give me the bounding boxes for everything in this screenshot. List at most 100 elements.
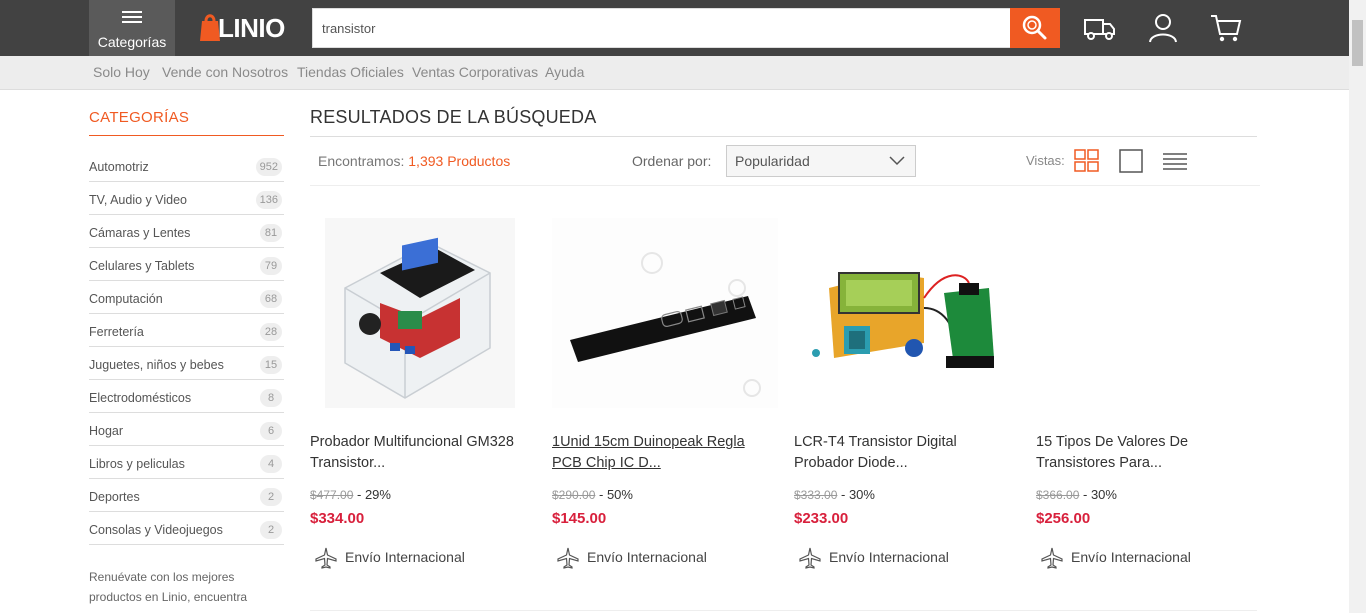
category-label: Hogar	[89, 424, 124, 438]
sort-select-value: Popularidad	[735, 153, 810, 169]
search-icon	[1022, 15, 1047, 40]
nav-tiendas-oficiales[interactable]: Tiendas Oficiales	[297, 64, 404, 80]
product-price: $256.00	[1036, 510, 1091, 527]
category-count-badge: 4	[260, 455, 282, 473]
sidebar-promo-text: Renuévate con los mejores productos en L…	[89, 567, 279, 607]
category-count-badge: 15	[260, 356, 282, 374]
category-count-badge: 81	[260, 224, 282, 242]
sidebar-category-item[interactable]: Consolas y Videojuegos 2	[89, 512, 284, 545]
product-card[interactable]: 1Unid 15cm Duinopeak Regla PCB Chip IC D…	[552, 200, 778, 600]
shipping-truck-icon[interactable]	[1082, 10, 1118, 46]
shipping-label: Envío Internacional	[1071, 549, 1191, 565]
old-price: $333.00	[794, 488, 838, 502]
sidebar-category-item[interactable]: Celulares y Tablets 79	[89, 248, 284, 281]
shipping-label: Envío Internacional	[345, 549, 465, 565]
old-price: $366.00	[1036, 488, 1080, 502]
top-bar: Categorías LINIO	[0, 0, 1366, 56]
shipping-badge: Envío Internacional	[314, 546, 465, 570]
old-price: $290.00	[552, 488, 596, 502]
single-view-icon[interactable]	[1118, 149, 1144, 173]
category-label: Libros y peliculas	[89, 457, 185, 471]
nav-ventas-corporativas[interactable]: Ventas Corporativas	[412, 64, 538, 80]
promo-line: productos en Linio, encuentra	[89, 590, 248, 604]
product-title[interactable]: LCR-T4 Transistor Digital Probador Diode…	[794, 432, 1020, 474]
category-count-badge: 2	[260, 488, 282, 506]
category-label: Automotriz	[89, 160, 149, 174]
category-label: Celulares y Tablets	[89, 259, 195, 273]
product-card[interactable]: Probador Multifuncional GM328 Transistor…	[310, 200, 536, 600]
list-view-icon[interactable]	[1162, 149, 1188, 173]
product-title[interactable]: 1Unid 15cm Duinopeak Regla PCB Chip IC D…	[552, 432, 778, 474]
category-count-badge: 136	[255, 191, 282, 209]
product-image-placeholder[interactable]	[1036, 218, 1262, 408]
product-card[interactable]: LCR-T4 Transistor Digital Probador Diode…	[794, 200, 1020, 600]
linio-logo[interactable]: LINIO	[198, 10, 290, 44]
category-label: Computación	[89, 292, 163, 306]
discount: - 50%	[595, 487, 633, 502]
results-divider	[310, 136, 1257, 137]
shipping-badge: Envío Internacional	[1040, 546, 1191, 570]
product-old-price: $290.00 - 50%	[552, 487, 633, 502]
category-label: TV, Audio y Video	[89, 193, 187, 207]
product-card[interactable]: 15 Tipos De Valores De Transistores Para…	[1036, 200, 1262, 600]
old-price: $477.00	[310, 488, 354, 502]
discount: - 30%	[1079, 487, 1117, 502]
results-title: RESULTADOS DE LA BÚSQUEDA	[310, 107, 597, 127]
results-bottom-divider	[310, 610, 1257, 611]
scrollbar-thumb[interactable]	[1352, 20, 1363, 66]
sidebar-category-item[interactable]: Ferretería 28	[89, 314, 284, 347]
results-toolbar-divider	[310, 185, 1260, 186]
shipping-label: Envío Internacional	[829, 549, 949, 565]
chevron-down-icon	[889, 156, 905, 166]
promo-line: Renuévate con los mejores	[89, 570, 235, 584]
product-old-price: $366.00 - 30%	[1036, 487, 1117, 502]
sidebar-divider	[89, 135, 284, 136]
results-count-value: 1,393 Productos	[408, 153, 511, 169]
secondary-nav: Solo Hoy Vende con Nosotros Tiendas Ofic…	[0, 56, 1366, 90]
product-old-price: $333.00 - 30%	[794, 487, 875, 502]
sidebar-category-item[interactable]: Hogar 6	[89, 413, 284, 446]
sort-select[interactable]: Popularidad	[726, 145, 916, 177]
product-image-lcr-t4-tester[interactable]	[794, 218, 1020, 408]
grid-view-icon[interactable]	[1074, 149, 1100, 173]
category-count-badge: 79	[260, 257, 282, 275]
nav-solo-hoy[interactable]: Solo Hoy	[93, 64, 150, 80]
results-count-prefix: Encontramos:	[318, 153, 405, 169]
product-image-transistor-tester[interactable]	[310, 218, 536, 408]
category-count-badge: 6	[260, 422, 282, 440]
shipping-badge: Envío Internacional	[798, 546, 949, 570]
product-title[interactable]: Probador Multifuncional GM328 Transistor…	[310, 432, 536, 474]
sidebar-title: CATEGORÍAS	[89, 109, 190, 126]
airplane-icon	[1041, 547, 1063, 569]
product-old-price: $477.00 - 29%	[310, 487, 391, 502]
sidebar-category-item[interactable]: Cámaras y Lentes 81	[89, 215, 284, 248]
hamburger-icon	[122, 11, 142, 23]
sidebar-category-item[interactable]: Libros y peliculas 4	[89, 446, 284, 479]
category-count-badge: 2	[260, 521, 282, 539]
search-button[interactable]	[1010, 8, 1060, 48]
sidebar-category-item[interactable]: Juguetes, niños y bebes 15	[89, 347, 284, 380]
search-input[interactable]	[313, 9, 1010, 47]
shipping-label: Envío Internacional	[587, 549, 707, 565]
category-label: Cámaras y Lentes	[89, 226, 191, 240]
category-label: Consolas y Videojuegos	[89, 523, 223, 537]
product-image-pcb-ruler[interactable]	[552, 218, 778, 408]
product-title[interactable]: 15 Tipos De Valores De Transistores Para…	[1036, 432, 1262, 474]
nav-vende-con-nosotros[interactable]: Vende con Nosotros	[162, 64, 288, 80]
sidebar-category-item[interactable]: Computación 68	[89, 281, 284, 314]
categories-menu-button[interactable]: Categorías	[89, 0, 175, 56]
user-account-icon[interactable]	[1145, 10, 1181, 46]
page-scrollbar[interactable]	[1349, 0, 1366, 613]
category-count-badge: 28	[260, 323, 282, 341]
results-count: Encontramos: 1,393 Productos	[318, 153, 510, 169]
sidebar-category-item[interactable]: Deportes 2	[89, 479, 284, 512]
category-label: Ferretería	[89, 325, 144, 339]
sidebar-category-item[interactable]: Automotriz 952	[89, 149, 284, 182]
sidebar-category-item[interactable]: Electrodomésticos 8	[89, 380, 284, 413]
category-label: Electrodomésticos	[89, 391, 192, 405]
nav-ayuda[interactable]: Ayuda	[545, 64, 584, 80]
search-bar	[312, 8, 1011, 48]
shopping-cart-icon[interactable]	[1208, 10, 1244, 46]
discount: - 30%	[837, 487, 875, 502]
sidebar-category-item[interactable]: TV, Audio y Video 136	[89, 182, 284, 215]
